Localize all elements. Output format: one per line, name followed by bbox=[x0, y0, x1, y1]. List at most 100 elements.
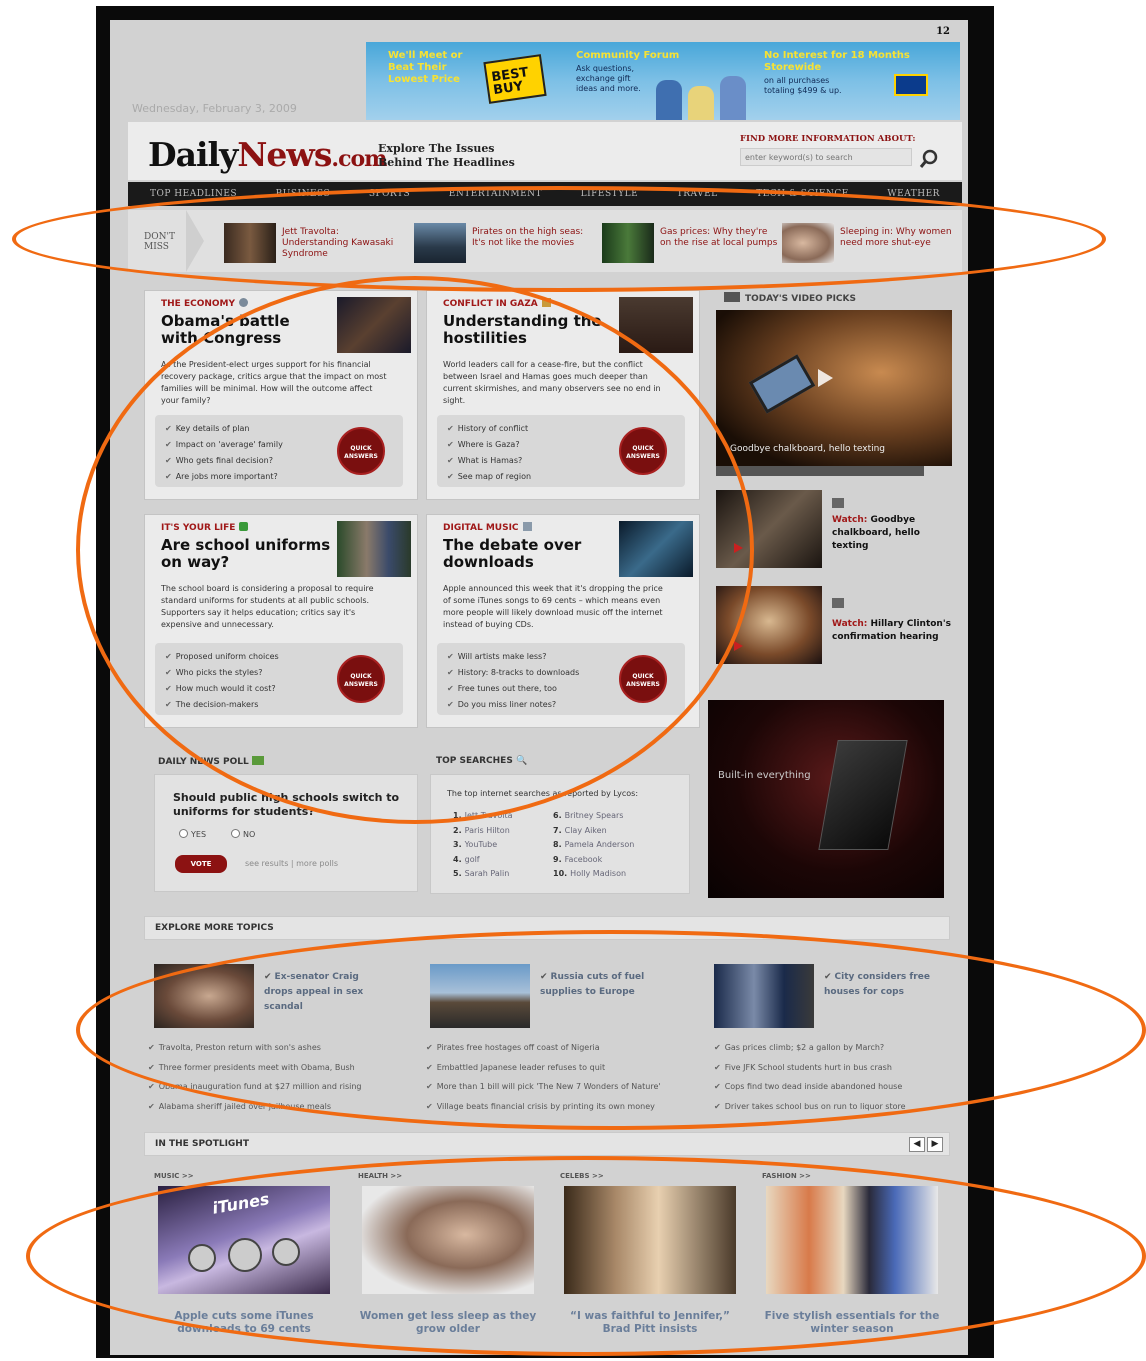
topic-link[interactable]: Driver takes school bus on run to liquor… bbox=[714, 1097, 906, 1117]
bullet-link[interactable]: Do you miss liner notes? bbox=[447, 697, 579, 713]
topic-link[interactable]: Cops find two dead inside abandoned hous… bbox=[714, 1077, 906, 1097]
video-link[interactable]: Watch: Goodbye chalkboard, hello texting bbox=[832, 514, 952, 553]
bullet-link[interactable]: Who gets final decision? bbox=[165, 453, 283, 469]
quick-answers-button[interactable]: QUICK ANSWERS bbox=[337, 427, 385, 475]
spotlight-category[interactable]: FASHION >> bbox=[762, 1172, 942, 1180]
nav-entertainment[interactable]: ENTERTAINMENT bbox=[449, 189, 542, 199]
quick-answers-button[interactable]: QUICK ANSWERS bbox=[337, 655, 385, 703]
dont-miss-thumb bbox=[602, 223, 654, 263]
top-searches-box: The top internet searches as reported by… bbox=[430, 774, 690, 894]
spotlight-item-celebs[interactable]: CELEBS >> “I was faithful to Jennifer,” … bbox=[560, 1172, 740, 1335]
quick-answers-button[interactable]: QUICK ANSWERS bbox=[619, 655, 667, 703]
topic-link[interactable]: Obama inauguration fund at $27 million a… bbox=[148, 1077, 362, 1097]
radio-icon[interactable] bbox=[179, 829, 188, 838]
site-logo[interactable]: DailyNews.com bbox=[148, 135, 387, 174]
nav-weather[interactable]: WEATHER bbox=[887, 189, 940, 199]
poll-label: DAILY NEWS POLL bbox=[158, 756, 264, 767]
spotlight-item-fashion[interactable]: FASHION >> Five stylish essentials for t… bbox=[762, 1172, 942, 1335]
bullet-link[interactable]: Are jobs more important? bbox=[165, 469, 283, 485]
main-video-caption: Goodbye chalkboard, hello texting bbox=[730, 444, 886, 454]
banner-ad[interactable]: We'll Meet or Beat Their Lowest Price BE… bbox=[366, 42, 960, 120]
search-button[interactable] bbox=[918, 148, 942, 168]
bullet-link[interactable]: See map of region bbox=[447, 469, 531, 485]
dont-miss-item[interactable]: Pirates on the high seas: It's not like … bbox=[414, 223, 604, 263]
dont-miss-item[interactable]: Gas prices: Why they're on the rise at l… bbox=[602, 223, 792, 263]
bullet-link[interactable]: Free tunes out there, too bbox=[447, 681, 579, 697]
search-input[interactable] bbox=[740, 148, 912, 166]
spotlight-label: IN THE SPOTLIGHT bbox=[155, 1139, 249, 1149]
poll-links[interactable]: see results | more polls bbox=[245, 859, 338, 868]
card-kicker: THE ECONOMY bbox=[161, 298, 249, 309]
poll-option-yes[interactable]: YES bbox=[179, 829, 206, 839]
spotlight-category[interactable]: MUSIC >> bbox=[154, 1172, 334, 1180]
spotlight-category[interactable]: HEALTH >> bbox=[358, 1172, 538, 1180]
search-term[interactable]: 10. Holly Madison bbox=[553, 867, 634, 882]
search-term[interactable]: 3. YouTube bbox=[453, 838, 513, 853]
poll-option-no[interactable]: NO bbox=[231, 829, 255, 839]
search-term[interactable]: 8. Pamela Anderson bbox=[553, 838, 634, 853]
spotlight-category[interactable]: CELEBS >> bbox=[560, 1172, 740, 1180]
search-term[interactable]: 9. Facebook bbox=[553, 853, 634, 868]
spotlight-item-health[interactable]: HEALTH >> Women get less sleep as they g… bbox=[358, 1172, 538, 1335]
search-term[interactable]: 6. Britney Spears bbox=[553, 809, 634, 824]
story-card-economy[interactable]: THE ECONOMY Obama's battle with Congress… bbox=[144, 290, 418, 500]
story-card-gaza[interactable]: CONFLICT IN GAZA Understanding the hosti… bbox=[426, 290, 700, 500]
nav-sports[interactable]: SPORTS bbox=[369, 189, 410, 199]
main-video-player[interactable]: Goodbye chalkboard, hello texting bbox=[716, 310, 952, 466]
story-card-music[interactable]: DIGITAL MUSIC The debate over downloads … bbox=[426, 514, 700, 728]
search-term[interactable]: 5. Sarah Palin bbox=[453, 867, 513, 882]
topic-link[interactable]: Three former presidents meet with Obama,… bbox=[148, 1058, 362, 1078]
story-card-uniforms[interactable]: IT'S YOUR LIFE Are school uniforms on wa… bbox=[144, 514, 418, 728]
dont-miss-item[interactable]: Sleeping in: Why women need more shut-ey… bbox=[782, 223, 968, 263]
topic-link[interactable]: Alabama sheriff jailed over jailhouse me… bbox=[148, 1097, 362, 1117]
quick-answers-button[interactable]: QUICK ANSWERS bbox=[619, 427, 667, 475]
search-term[interactable]: 4. golf bbox=[453, 853, 513, 868]
nav-top-headlines[interactable]: TOP HEADLINES bbox=[150, 189, 237, 199]
topic-link[interactable]: Pirates free hostages off coast of Niger… bbox=[426, 1038, 661, 1058]
radio-icon[interactable] bbox=[231, 829, 240, 838]
vote-button[interactable]: VOTE bbox=[175, 855, 227, 873]
search-term[interactable]: 1. Jett Travolta bbox=[453, 809, 513, 824]
nav-business[interactable]: BUSINESS bbox=[276, 189, 331, 199]
spotlight-prev-button[interactable]: ◀ bbox=[909, 1137, 925, 1152]
topic-link[interactable]: Embattled Japanese leader refuses to qui… bbox=[426, 1058, 661, 1078]
play-icon[interactable] bbox=[812, 366, 836, 390]
bullet-link[interactable]: Where is Gaza? bbox=[447, 437, 531, 453]
topic-feature[interactable]: Russia cuts of fuel supplies to Europe bbox=[430, 964, 690, 1028]
nav-tech-science[interactable]: TECH & SCIENCE bbox=[756, 189, 849, 199]
topic-feature[interactable]: City considers free houses for cops bbox=[714, 964, 968, 1028]
topic-link[interactable]: Gas prices climb; $2 a gallon by March? bbox=[714, 1038, 906, 1058]
topic-link[interactable]: More than 1 bill will pick 'The New 7 Wo… bbox=[426, 1077, 661, 1097]
bullet-link[interactable]: The decision-makers bbox=[165, 697, 279, 713]
video-thumb[interactable] bbox=[716, 586, 822, 664]
top-searches-col-2: 6. Britney Spears 7. Clay Aiken 8. Pamela A… bbox=[553, 809, 634, 882]
nav-travel[interactable]: TRAVEL bbox=[677, 189, 718, 199]
display-ad[interactable]: Built-in everything bbox=[708, 700, 944, 898]
bullet-link[interactable]: Who picks the styles? bbox=[165, 665, 279, 681]
bullet-link[interactable]: Proposed uniform choices bbox=[165, 649, 279, 665]
rank: 8. bbox=[553, 840, 562, 849]
dont-miss-item[interactable]: Jett Travolta: Understanding Kawasaki Sy… bbox=[224, 223, 414, 263]
bullet-link[interactable]: Impact on 'average' family bbox=[165, 437, 283, 453]
spotlight-next-button[interactable]: ▶ bbox=[927, 1137, 943, 1152]
bullet-link[interactable]: Will artists make less? bbox=[447, 649, 579, 665]
bullet-link[interactable]: How much would it cost? bbox=[165, 681, 279, 697]
bullet-link[interactable]: Key details of plan bbox=[165, 421, 283, 437]
video-link[interactable]: Watch: Hillary Clinton's confirmation he… bbox=[832, 618, 952, 644]
topic-link[interactable]: Five JFK School students hurt in bus cra… bbox=[714, 1058, 906, 1078]
topic-link[interactable]: Travolta, Preston return with son's ashe… bbox=[148, 1038, 362, 1058]
nav-lifestyle[interactable]: LIFESTYLE bbox=[581, 189, 639, 199]
video-thumb[interactable] bbox=[716, 490, 822, 568]
video-camera-icon bbox=[724, 292, 740, 302]
term: YouTube bbox=[464, 840, 498, 849]
bullet-link[interactable]: What is Hamas? bbox=[447, 453, 531, 469]
banner-interest-head: No Interest for 18 Months Storewide bbox=[764, 50, 910, 73]
spotlight-item-music[interactable]: MUSIC >> iTunes Apple cuts some iTunes d… bbox=[154, 1172, 334, 1335]
topic-feature[interactable]: Ex-senator Craig drops appeal in sex sca… bbox=[154, 964, 414, 1028]
search-term[interactable]: 2. Paris Hilton bbox=[453, 824, 513, 839]
topic-link[interactable]: Village beats financial crisis by printi… bbox=[426, 1097, 661, 1117]
bullet-link[interactable]: History of conflict bbox=[447, 421, 531, 437]
bullet-link[interactable]: History: 8-tracks to downloads bbox=[447, 665, 580, 681]
search-term[interactable]: 7. Clay Aiken bbox=[553, 824, 634, 839]
video-controls[interactable] bbox=[716, 466, 924, 476]
